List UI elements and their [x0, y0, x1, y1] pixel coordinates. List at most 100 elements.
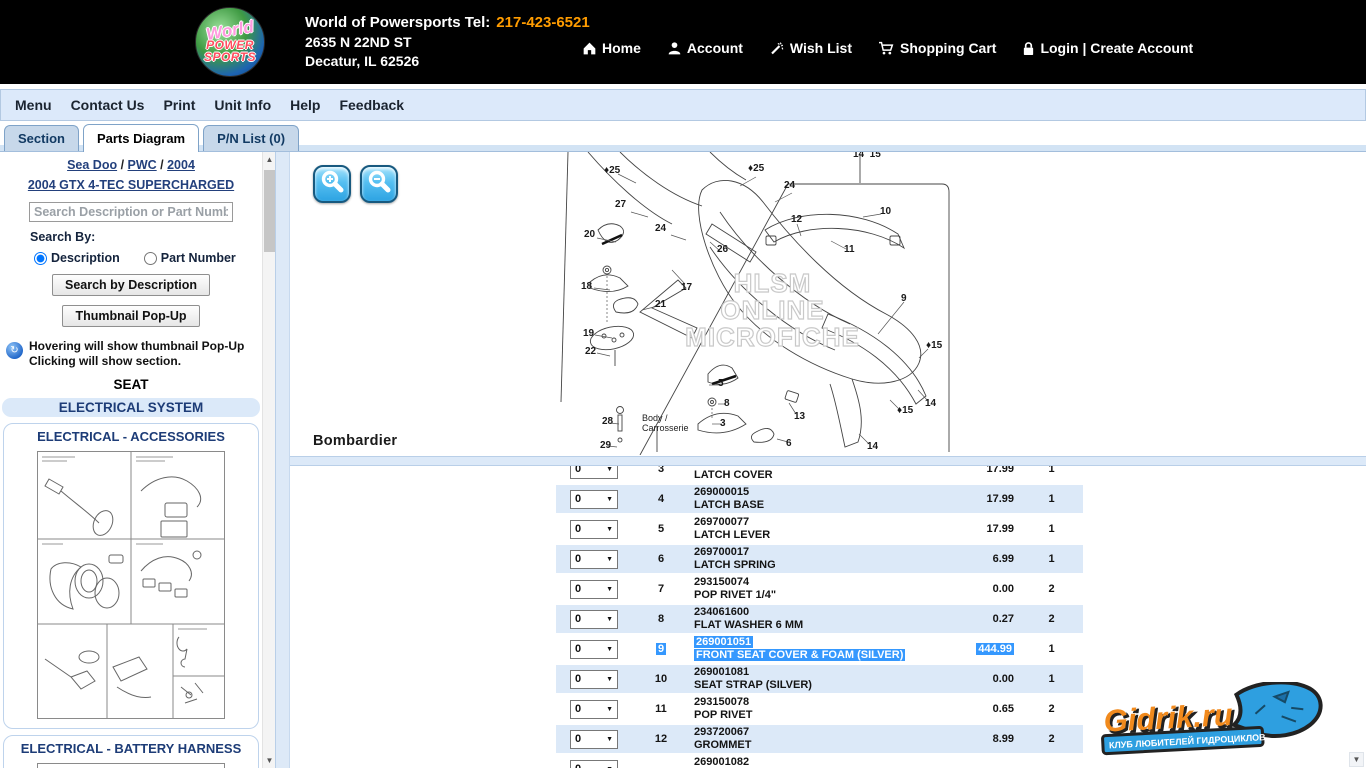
logo-line3: SPORTS	[204, 51, 256, 63]
part-description[interactable]: FRONT SEAT COVER & FOAM (SILVER)	[694, 649, 905, 661]
zoom-in-button[interactable]	[313, 165, 351, 203]
dropdown-arrow-icon: ▼	[606, 586, 613, 593]
body-carrosserie-label: Body / Carrosserie	[642, 413, 689, 433]
search-by-label: Search By:	[30, 230, 262, 244]
search-by-radios: Description Part Number	[34, 251, 262, 265]
part-number[interactable]: 269700017	[694, 546, 749, 558]
nav-cart[interactable]: Shopping Cart	[878, 40, 996, 56]
radio-part-number-input[interactable]	[144, 252, 157, 265]
menubar: Menu Contact Us Print Unit Info Help Feedback	[0, 89, 1366, 121]
dropdown-arrow-icon: ▼	[606, 466, 613, 473]
diagram-callout: 28	[602, 416, 613, 427]
part-number[interactable]: 234061600	[694, 606, 749, 618]
model-link[interactable]: 2004 GTX 4-TEC SUPERCHARGED	[28, 178, 234, 192]
tab[interactable]: P/N List (0)	[203, 125, 299, 151]
qty-required: 2	[1048, 703, 1054, 715]
table-row: 0 ▼ 269001082	[556, 754, 1083, 768]
tab[interactable]: Parts Diagram	[83, 124, 199, 152]
qty-select[interactable]: 0 ▼	[570, 520, 618, 539]
item-number: 5	[658, 523, 664, 535]
part-number[interactable]: 269001082	[694, 756, 749, 768]
scrollbar-thumb[interactable]	[264, 170, 275, 252]
part-description[interactable]: LATCH BASE	[694, 499, 764, 511]
person-icon	[667, 41, 682, 56]
item-number: 3	[658, 466, 664, 475]
part-description[interactable]: LATCH SPRING	[694, 559, 776, 571]
search-input[interactable]	[29, 202, 233, 222]
part-price: 17.99	[986, 523, 1014, 535]
store-phone[interactable]: 217-423-6521	[496, 14, 589, 31]
radio-description[interactable]: Description	[34, 251, 120, 265]
menu-item[interactable]: Print	[163, 97, 195, 113]
nav-account[interactable]: Account	[667, 40, 743, 56]
part-number[interactable]: 269700077	[694, 516, 749, 528]
item-number: 10	[655, 673, 667, 685]
qty-select[interactable]: 0 ▼	[570, 670, 618, 689]
site-logo[interactable]: World POWER SPORTS	[195, 7, 265, 77]
diagram-callout: ♦15	[926, 340, 942, 351]
dropdown-arrow-icon: ▼	[606, 646, 613, 653]
nav-home[interactable]: Home	[582, 40, 641, 56]
part-price: 17.99	[986, 493, 1014, 505]
table-row: 0 ▼ 7 293150074 POP RIVET 1/4" 0.00 2	[556, 574, 1083, 604]
qty-select[interactable]: 0 ▼	[570, 640, 618, 659]
scroll-down-icon[interactable]: ▼	[1349, 752, 1364, 767]
nav-login[interactable]: Login | Create Account	[1022, 40, 1193, 56]
menu-item[interactable]: Contact Us	[71, 97, 145, 113]
part-number[interactable]: 293150074	[694, 576, 749, 588]
sidebar-section-electrical-accessories[interactable]: ELECTRICAL - ACCESSORIES	[3, 423, 259, 729]
breadcrumb-link[interactable]: PWC	[128, 158, 157, 172]
qty-select[interactable]: 0 ▼	[570, 760, 618, 768]
qty-select[interactable]: 0 ▼	[570, 730, 618, 749]
qty-select[interactable]: 0 ▼	[570, 580, 618, 599]
sidebar-section-electrical-battery-harness[interactable]: ELECTRICAL - BATTERY HARNESS	[3, 735, 259, 768]
hint: ↻ Hovering will show thumbnail Pop-Up Cl…	[6, 339, 258, 369]
qty-select[interactable]: 0 ▼	[570, 700, 618, 719]
search-by-description-button[interactable]: Search by Description	[52, 274, 210, 296]
part-description[interactable]: LATCH COVER	[694, 469, 773, 481]
sidebar: Sea Doo PWC 2004 2004 GTX 4-TEC SUPERCHARG…	[0, 152, 262, 768]
zoom-out-button[interactable]	[360, 165, 398, 203]
sidebar-item-electrical-system[interactable]: ELECTRICAL SYSTEM	[2, 398, 260, 417]
part-number[interactable]: 293150078	[694, 696, 749, 708]
radio-description-input[interactable]	[34, 252, 47, 265]
menu-item[interactable]: Menu	[15, 97, 52, 113]
part-number[interactable]: 269000015	[694, 486, 749, 498]
parts-table: 0 ▼ 3 LATCH COVER 17.99 1	[556, 466, 1083, 768]
tab[interactable]: Section	[4, 125, 79, 151]
part-number[interactable]: 269001051	[694, 636, 753, 648]
part-number[interactable]: 269001081	[694, 666, 749, 678]
part-description[interactable]: POP RIVET	[694, 709, 752, 721]
radio-part-number[interactable]: Part Number	[144, 251, 236, 265]
part-description[interactable]: FLAT WASHER 6 MM	[694, 619, 803, 631]
breadcrumb-link[interactable]: Sea Doo	[67, 158, 117, 172]
main-area: HLSM ONLINE MICROFICHE 14 15♦252724♦2524…	[290, 152, 1366, 768]
part-description[interactable]: SEAT STRAP (SILVER)	[694, 679, 812, 691]
sidebar-scrollbar[interactable]: ▲ ▼	[262, 152, 275, 768]
dropdown-arrow-icon: ▼	[606, 526, 613, 533]
qty-select[interactable]: 0 ▼	[570, 466, 618, 479]
nav-wishlist[interactable]: Wish List	[769, 40, 852, 56]
pane-divider-horizontal[interactable]	[290, 456, 1366, 466]
part-description[interactable]: LATCH LEVER	[694, 529, 770, 541]
table-row: 0 ▼ 11 293150078 POP RIVET 0.65 2	[556, 694, 1083, 724]
part-number[interactable]: 293720067	[694, 726, 749, 738]
breadcrumb-link[interactable]: 2004	[167, 158, 195, 172]
menu-item[interactable]: Help	[290, 97, 320, 113]
qty-required: 2	[1048, 583, 1054, 595]
magnifier-minus-icon	[366, 169, 392, 200]
section-thumbnail	[37, 451, 225, 719]
brand-label: Bombardier	[313, 433, 397, 449]
qty-select[interactable]: 0 ▼	[570, 550, 618, 569]
qty-required: 1	[1048, 553, 1054, 565]
thumbnail-popup-button[interactable]: Thumbnail Pop-Up	[62, 305, 199, 327]
part-description[interactable]: POP RIVET 1/4"	[694, 589, 776, 601]
pane-divider-vertical[interactable]	[275, 152, 290, 768]
diagram-callout: ♦25	[748, 163, 764, 174]
qty-select[interactable]: 0 ▼	[570, 610, 618, 629]
menu-item[interactable]: Unit Info	[214, 97, 271, 113]
menu-item[interactable]: Feedback	[339, 97, 404, 113]
part-description[interactable]: GROMMET	[694, 739, 751, 751]
part-price: 0.27	[993, 613, 1014, 625]
qty-select[interactable]: 0 ▼	[570, 490, 618, 509]
